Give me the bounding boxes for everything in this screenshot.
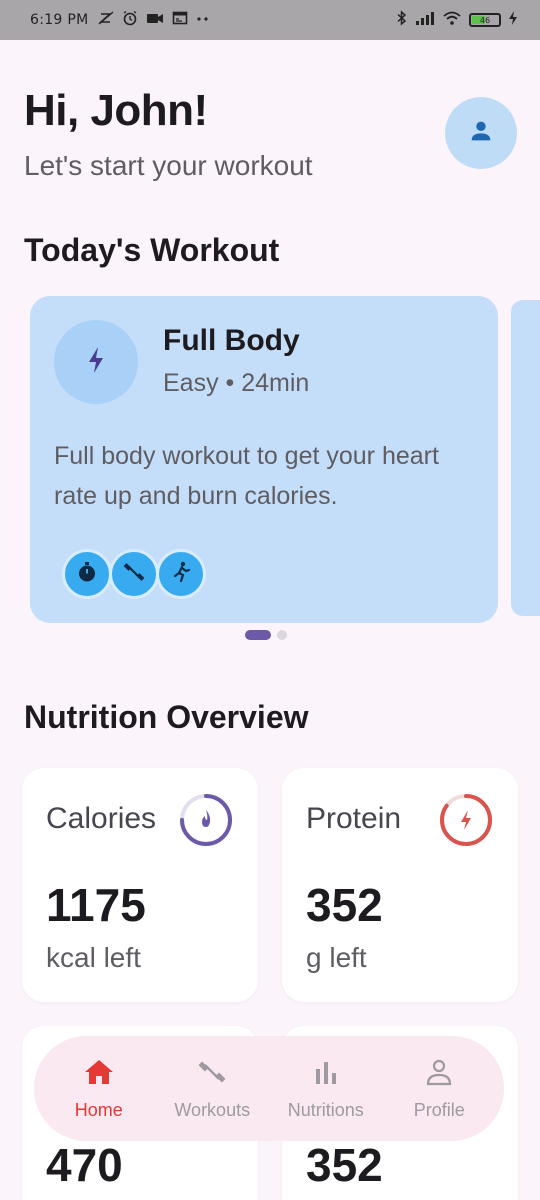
equipment-chip xyxy=(62,549,112,599)
nutrition-label: Protein xyxy=(306,802,402,835)
equipment-chip xyxy=(156,549,206,599)
nutrition-card-protein[interactable]: Protein 352 g left xyxy=(282,768,518,1002)
dumbbell-icon xyxy=(122,560,146,589)
nav-item-nutritions[interactable]: Nutritions xyxy=(276,1057,376,1121)
workout-meta: Easy • 24min xyxy=(163,369,310,397)
muted-sync-icon xyxy=(98,10,114,30)
nav-label: Home xyxy=(74,1099,123,1120)
next-workout-card-peek[interactable] xyxy=(511,300,540,616)
nav-item-profile[interactable]: Profile xyxy=(389,1057,489,1121)
nutrition-value: 352 xyxy=(306,879,383,931)
bottom-navigation: Home Workouts Nutritions Profile xyxy=(34,1036,504,1141)
charging-icon xyxy=(508,10,518,30)
bluetooth-icon xyxy=(396,10,408,30)
carousel-dot-active[interactable] xyxy=(245,630,271,640)
nutrition-unit: g left xyxy=(306,942,367,973)
nutrition-unit: kcal left xyxy=(46,942,141,973)
status-time: 6:19 PM xyxy=(30,12,89,28)
carousel-indicator xyxy=(245,630,287,640)
stopwatch-icon xyxy=(75,560,99,589)
nutrition-card-calories[interactable]: Calories 1175 kcal left xyxy=(22,768,258,1002)
running-icon xyxy=(169,560,193,589)
workout-name: Full Body xyxy=(163,324,300,357)
workout-card[interactable]: Full Body Easy • 24min Full body workout… xyxy=(30,296,498,623)
alarm-icon xyxy=(122,10,138,30)
person-outline-icon xyxy=(423,1057,455,1092)
nutrition-value: 1175 xyxy=(46,879,146,931)
workout-description: Full body workout to get your heart rate… xyxy=(54,442,439,510)
section-title-workout: Today's Workout xyxy=(24,232,280,268)
signal-icon xyxy=(415,10,435,30)
nav-label: Workouts xyxy=(174,1099,251,1120)
battery-level: 46 xyxy=(479,15,491,25)
status-bar: 6:19 PM 46 xyxy=(0,0,540,40)
nav-label: Profile xyxy=(413,1099,465,1120)
status-left-icons xyxy=(98,10,210,30)
lightning-icon xyxy=(85,345,107,380)
lightning-icon xyxy=(461,810,471,830)
home-icon xyxy=(83,1057,115,1092)
wifi-icon xyxy=(442,10,462,30)
nutrition-value: 470 xyxy=(46,1139,123,1191)
nutrition-label: Calories xyxy=(46,802,157,835)
battery-icon: 46 xyxy=(469,13,501,27)
workout-icon-circle xyxy=(54,320,138,404)
carousel-dot[interactable] xyxy=(277,630,287,640)
nav-item-workouts[interactable]: Workouts xyxy=(162,1057,262,1121)
status-right-icons: 46 xyxy=(396,10,518,30)
nutrition-value: 352 xyxy=(306,1139,383,1191)
window-icon xyxy=(172,10,188,30)
calories-progress-ring xyxy=(180,794,232,846)
more-dots-icon xyxy=(196,10,210,30)
nav-label: Nutritions xyxy=(287,1099,364,1120)
nav-item-home[interactable]: Home xyxy=(49,1057,149,1121)
video-icon xyxy=(146,10,164,30)
equipment-chip xyxy=(109,549,159,599)
person-icon xyxy=(467,117,495,150)
bar-chart-icon xyxy=(310,1057,342,1092)
dumbbell-icon xyxy=(196,1057,228,1092)
greeting-title: Hi, John! xyxy=(24,86,208,135)
avatar-button[interactable] xyxy=(445,97,517,169)
protein-progress-ring xyxy=(440,794,492,846)
equipment-row xyxy=(62,549,206,599)
section-title-nutrition: Nutrition Overview xyxy=(24,699,309,735)
flame-icon xyxy=(202,810,211,827)
greeting-subtitle: Let's start your workout xyxy=(24,150,313,181)
